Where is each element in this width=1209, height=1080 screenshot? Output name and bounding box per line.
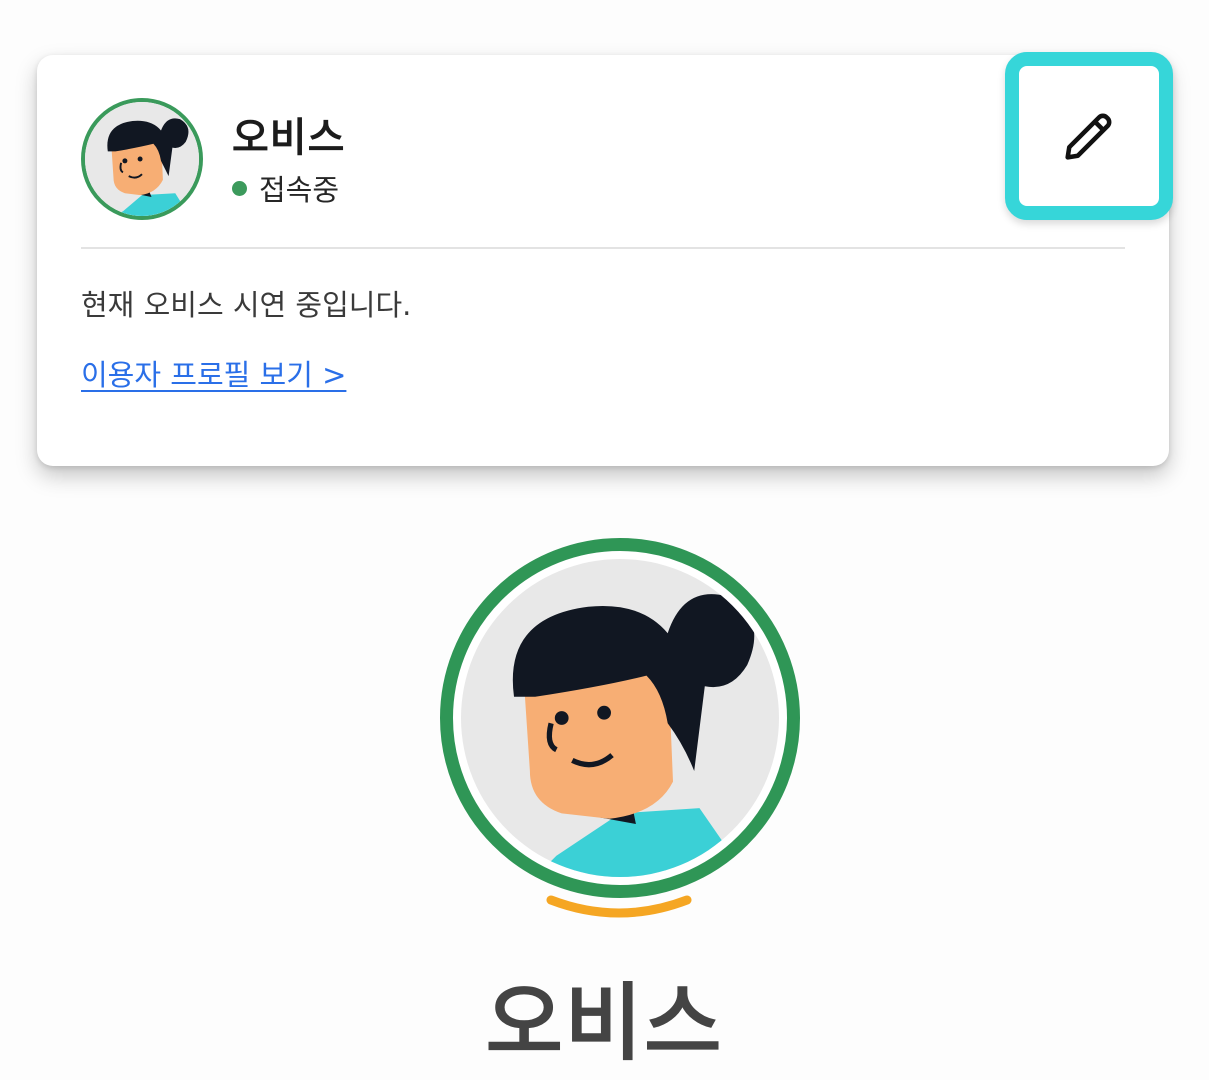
card-avatar: [81, 98, 203, 220]
pencil-icon: [1065, 113, 1112, 160]
avatar-illustration-icon: [85, 102, 199, 216]
online-dot-icon: [232, 180, 247, 196]
avatar-illustration-icon: [461, 559, 779, 877]
activity-arc-indicator: [546, 895, 692, 918]
profile-popover-card: 오비스 접속중 현재 오비스 시연 중입니다. 이용자 프로필 보기 >: [37, 52, 1173, 466]
edit-profile-button[interactable]: [1005, 52, 1173, 220]
status-message: 현재 오비스 시연 중입니다.: [81, 288, 412, 322]
card-divider: [81, 247, 1125, 249]
main-user-name: 오비스: [485, 974, 724, 1072]
presence-status: 접속중: [232, 167, 339, 209]
view-user-profile-link[interactable]: 이용자 프로필 보기 >: [81, 352, 346, 394]
card-user-name: 오비스: [232, 115, 346, 161]
status-label: 접속중: [259, 173, 340, 207]
main-avatar[interactable]: [440, 538, 800, 898]
profile-screen: 오비스 접속중 현재 오비스 시연 중입니다. 이용자 프로필 보기 > 오비스: [0, 0, 1209, 1080]
